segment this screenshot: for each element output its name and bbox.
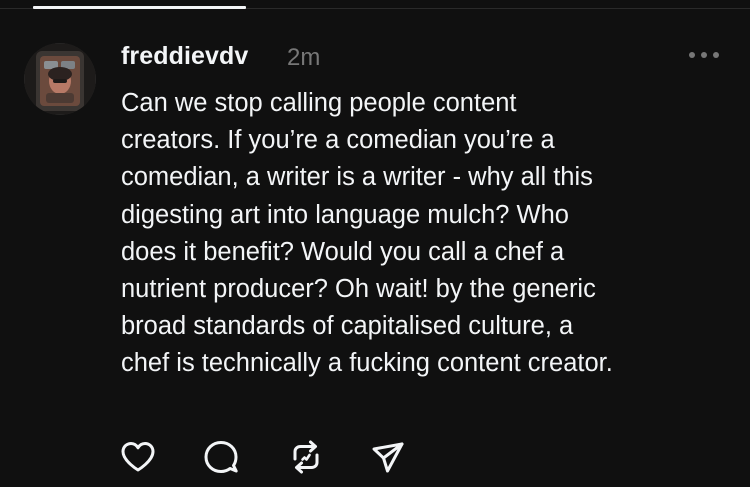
post-body-text: Can we stop calling people content creat… — [121, 89, 613, 378]
like-button[interactable] — [118, 437, 158, 477]
post-author-username[interactable]: freddievdv — [121, 42, 248, 71]
comment-bubble-icon — [204, 441, 238, 473]
more-horizontal-icon — [689, 52, 719, 58]
repost-icon — [293, 440, 319, 474]
repost-button[interactable] — [286, 437, 326, 477]
send-icon — [372, 442, 404, 473]
post-timestamp: 2m — [287, 44, 321, 71]
share-button[interactable] — [368, 437, 408, 477]
heart-icon — [121, 442, 155, 472]
avatar-image — [24, 43, 96, 115]
avatar[interactable] — [24, 43, 96, 115]
reply-button[interactable] — [201, 437, 241, 477]
more-options-button[interactable] — [684, 47, 724, 63]
post-card: freddievdv 2m Can we stop calling people… — [0, 9, 750, 487]
